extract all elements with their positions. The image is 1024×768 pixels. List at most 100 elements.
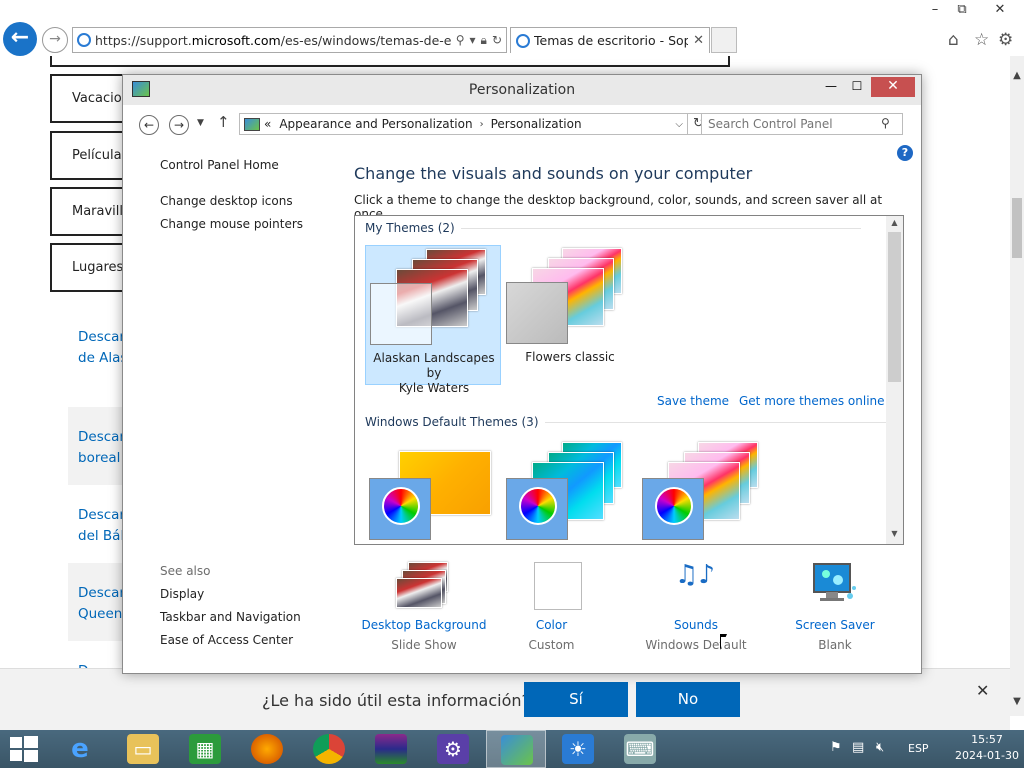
breadcrumb-overflow[interactable]: « [264, 117, 271, 131]
scroll-thumb[interactable] [1012, 198, 1022, 258]
close-button[interactable]: ✕ [980, 0, 1020, 20]
no-button[interactable]: No [636, 682, 740, 717]
themes-scrollbar[interactable]: ▲ ▼ [886, 216, 903, 544]
theme-lines-and-colors[interactable] [502, 439, 638, 544]
browser-tab[interactable]: Temas de escritorio - Sopor... ✕ [510, 27, 710, 53]
refresh-icon[interactable]: ↻ [492, 33, 502, 47]
color-link[interactable]: Color [494, 618, 609, 632]
search-input[interactable] [701, 113, 903, 135]
up-arrow-icon[interactable]: ↑ [217, 113, 230, 131]
scroll-up-icon[interactable]: ▲ [886, 218, 903, 227]
scroll-up-icon[interactable]: ▲ [1010, 70, 1024, 81]
theme-name: Alaskan Landscapes by Kyle Waters [373, 351, 495, 395]
save-theme-link[interactable]: Save theme [657, 394, 729, 408]
close-button[interactable]: ✕ [871, 77, 915, 97]
theme-preview [638, 439, 774, 540]
screen-saver-link[interactable]: Screen Saver [770, 618, 900, 632]
taskbar-settings[interactable]: ⚙ [423, 730, 483, 768]
breadcrumb-item[interactable]: Appearance and Personalization [279, 117, 472, 131]
breadcrumb-item[interactable]: Personalization [491, 117, 582, 131]
screen-saver-value: Blank [818, 638, 852, 652]
theme-flowers-classic[interactable]: Flowers classic [502, 245, 638, 385]
change-desktop-icons-link[interactable]: Change desktop icons [160, 194, 293, 208]
chevron-down-icon[interactable]: ▾ [470, 33, 476, 47]
scroll-down-icon[interactable]: ▼ [1010, 696, 1024, 707]
control-panel-icon [244, 117, 260, 131]
get-more-themes-link[interactable]: Get more themes online [739, 394, 885, 408]
control-panel-home-link[interactable]: Control Panel Home [160, 158, 279, 172]
theme-flowers[interactable] [638, 439, 774, 544]
display-link[interactable]: Display [160, 587, 204, 601]
scroll-down-icon[interactable]: ▼ [886, 529, 903, 538]
desktop-background-link[interactable]: Desktop Background [359, 618, 489, 632]
taskbar-internet-explorer[interactable]: e [50, 730, 110, 768]
desktop-background-icon [394, 560, 454, 610]
taskbar-store[interactable]: ▦ [175, 730, 235, 768]
volume-muted-icon[interactable]: 🔇︎ [876, 740, 884, 755]
taskbar-winrar[interactable] [361, 730, 421, 768]
folder-icon: ▭ [127, 734, 159, 764]
language-indicator[interactable]: ESP [908, 742, 929, 755]
scroll-thumb[interactable] [888, 232, 901, 382]
taskbar-control-panel[interactable] [486, 730, 546, 768]
new-tab-button[interactable] [711, 27, 737, 53]
restore-button[interactable]: ⧉ [946, 0, 978, 20]
forward-button[interactable]: → [169, 115, 189, 135]
page-frame-top [50, 56, 730, 67]
tab-title: Temas de escritorio - Sopor... [534, 33, 688, 48]
window-titlebar[interactable]: Personalization — ☐ ✕ [123, 75, 921, 105]
explorer-nav-bar: ← → ▼ ↑ « Appearance and Personalization… [129, 105, 915, 145]
store-icon: ▦ [189, 734, 221, 764]
address-bar[interactable]: https://support.microsoft.com/es-es/wind… [72, 27, 507, 53]
ease-of-access-link[interactable]: Ease of Access Center [160, 633, 293, 647]
network-icon[interactable]: ▤ [852, 740, 864, 755]
taskbar-on-screen-keyboard[interactable]: ⌨ [610, 730, 670, 768]
lock-icon[interactable]: 🔒︎ [481, 33, 487, 48]
my-themes-heading: My Themes (2) [365, 221, 861, 235]
forward-button[interactable]: → [42, 27, 68, 53]
flag-icon[interactable]: ⚑ [830, 740, 842, 755]
system-tray: ⚑ ▤ 🔇︎ ESP 15:57 2024-01-30 [828, 730, 1024, 768]
minimize-button[interactable]: — [817, 77, 845, 97]
help-icon[interactable]: ? [897, 145, 913, 161]
window-title: Personalization [468, 82, 576, 98]
color-wheel-icon [655, 487, 693, 525]
chrome-icon [313, 734, 345, 764]
chevron-down-icon[interactable]: ⌵ [675, 119, 683, 130]
taskbar-firefox[interactable] [237, 730, 297, 768]
clock-date[interactable]: 2024-01-30 [952, 749, 1022, 762]
see-also-heading: See also [160, 564, 211, 578]
maximize-button[interactable]: ☐ [843, 77, 871, 97]
start-button[interactable] [10, 736, 38, 762]
close-icon[interactable]: ✕ [976, 681, 989, 700]
taskbar-file-explorer[interactable]: ▭ [113, 730, 173, 768]
taskbar-chrome[interactable] [299, 730, 359, 768]
home-icon[interactable]: ⌂ [948, 30, 959, 50]
theme-name: Flowers classic [525, 350, 615, 364]
theme-windows[interactable] [365, 439, 501, 544]
change-mouse-pointers-link[interactable]: Change mouse pointers [160, 217, 303, 231]
close-tab-icon[interactable]: ✕ [693, 33, 704, 48]
sounds-value: Windows Default [645, 638, 747, 652]
page-scrollbar[interactable] [1010, 56, 1024, 716]
control-panel-icon [501, 735, 533, 765]
recent-locations-icon[interactable]: ▼ [197, 118, 204, 128]
taskbar-weather[interactable]: ☀ [548, 730, 608, 768]
taskbar-navigation-link[interactable]: Taskbar and Navigation [160, 610, 301, 624]
search-icon[interactable]: ⚲ [881, 116, 890, 130]
clock-time[interactable]: 15:57 [952, 733, 1022, 746]
breadcrumb[interactable]: « Appearance and Personalization › Perso… [239, 113, 688, 135]
back-button[interactable]: ← [3, 22, 37, 56]
theme-alaskan-landscapes[interactable]: Alaskan Landscapes by Kyle Waters [365, 245, 501, 395]
gear-icon[interactable]: ⚙ [998, 30, 1013, 50]
back-button[interactable]: ← [139, 115, 159, 135]
favorites-star-icon[interactable]: ☆ [974, 30, 989, 50]
chevron-right-icon[interactable]: › [480, 119, 484, 130]
gear-icon: ⚙ [437, 734, 469, 764]
themes-list: My Themes (2) Alaskan Landscapes by Kyle … [354, 215, 904, 545]
color-value: Custom [528, 638, 575, 652]
internet-explorer-icon: e [71, 734, 89, 764]
sounds-link[interactable]: Sounds [631, 618, 761, 632]
search-icon[interactable]: ⚲ [456, 33, 465, 47]
yes-button[interactable]: Sí [524, 682, 628, 717]
